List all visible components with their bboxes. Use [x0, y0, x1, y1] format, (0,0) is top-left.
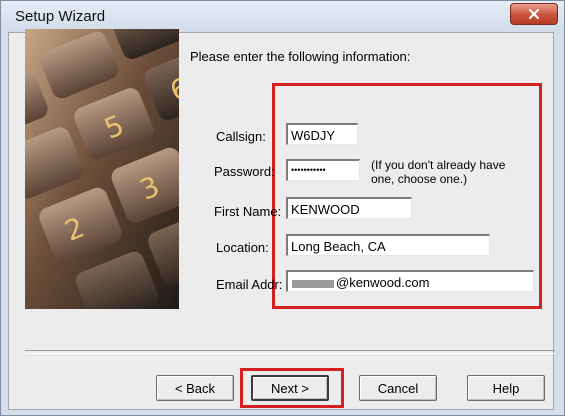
email-domain: @kenwood.com: [336, 275, 430, 290]
next-button[interactable]: Next >: [251, 375, 329, 401]
email-redaction: [292, 279, 334, 288]
callsign-input[interactable]: W6DJY: [286, 123, 358, 145]
location-input[interactable]: Long Beach, CA: [286, 234, 490, 256]
cancel-button[interactable]: Cancel: [359, 375, 437, 401]
password-input[interactable]: •••••••••••: [286, 159, 360, 181]
back-button[interactable]: < Back: [156, 375, 234, 401]
password-hint: (If you don't already have one, choose o…: [371, 158, 506, 186]
first-name-input[interactable]: KENWOOD: [286, 197, 412, 219]
password-label: Password:: [214, 164, 275, 179]
email-input[interactable]: @kenwood.com: [286, 270, 534, 292]
close-icon: [528, 8, 540, 20]
first-name-label: First Name:: [214, 204, 282, 219]
help-button[interactable]: Help: [467, 375, 545, 401]
location-label: Location:: [216, 240, 269, 255]
form-prompt: Please enter the following information:: [190, 49, 411, 64]
keypad-image: 5 6 2 3: [25, 29, 179, 309]
button-separator: [25, 350, 555, 354]
title-bar[interactable]: Setup Wizard: [1, 1, 564, 31]
email-label: Email Addr:: [216, 277, 283, 292]
setup-wizard-window: Setup Wizard 5 6 2 3 Please enter the fo…: [0, 0, 565, 416]
window-title: Setup Wizard: [15, 8, 106, 25]
callsign-label: Callsign:: [216, 129, 266, 144]
close-button[interactable]: [510, 3, 558, 25]
